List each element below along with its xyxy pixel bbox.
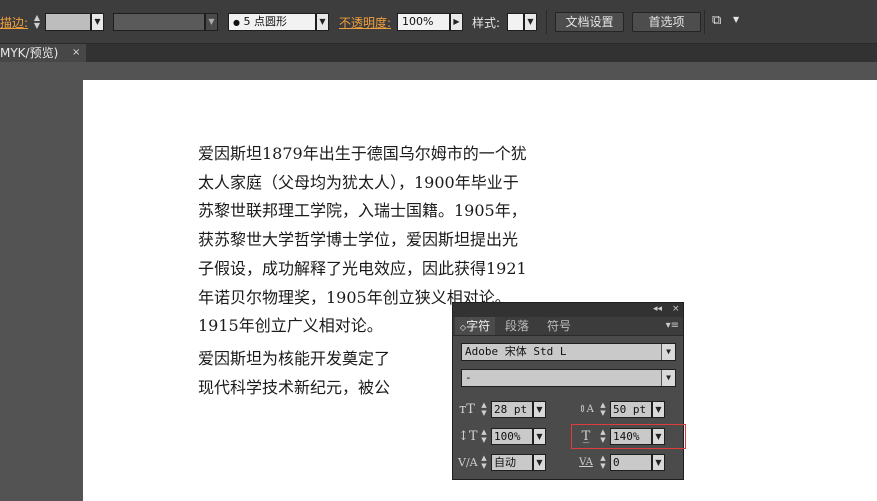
font-style-select[interactable]: - ▼ — [461, 369, 676, 387]
stroke-weight-field[interactable] — [45, 13, 91, 31]
kerning-stepper[interactable]: ▲ ▼ — [479, 454, 489, 471]
vertical-scale-stepper[interactable]: ▲ ▼ — [479, 428, 489, 445]
control-bar: 描边: ▲ ▼ ▼ ▼ ● 5 点圆形 ▼ 不透明度: 100% ▶ 样式: ▼ … — [0, 0, 877, 44]
graphic-style-swatch[interactable] — [507, 13, 524, 31]
style-dropdown[interactable]: ▼ — [524, 13, 537, 31]
text-line: 太人家庭（父母均为犹太人），1900年毕业于 — [198, 172, 519, 192]
vertical-scale-dropdown[interactable]: ▼ — [533, 428, 546, 445]
chevron-down-icon: ▼ — [661, 370, 675, 386]
stroke-label[interactable]: 描边: — [0, 14, 28, 31]
font-family-value: Adobe 宋体 Std L — [465, 345, 567, 358]
tracking-stepper[interactable]: ▲ ▼ — [598, 454, 608, 471]
leading-control: ⇕A ▲ ▼ 50 pt ▼ — [577, 401, 672, 418]
arrange-dropdown[interactable]: ▼ — [733, 15, 739, 24]
kerning-control: V/A ▲ ▼ 自动 ▼ — [458, 454, 553, 471]
font-size-dropdown[interactable]: ▼ — [533, 401, 546, 418]
opacity-label[interactable]: 不透明度: — [339, 14, 391, 31]
vertical-scale-icon: ↕T — [458, 429, 478, 444]
watermark-url: jingyan.baidu.com — [730, 456, 832, 469]
font-family-select[interactable]: Adobe 宋体 Std L ▼ — [461, 343, 676, 361]
tracking-control: VA ▲ ▼ 0 ▼ — [577, 454, 672, 471]
brush-value: 5 点圆形 — [243, 15, 287, 28]
kerning-input[interactable]: 自动 — [491, 454, 533, 471]
brush-dropdown[interactable]: ▼ — [316, 13, 329, 31]
style-label: 样式: — [472, 16, 501, 30]
panel-menu-icon[interactable]: ▾≡ — [666, 320, 679, 331]
watermark-logo: Bai du 经验 jingyan.baidu.com — [700, 418, 875, 469]
vertical-scale-control: ↕T ▲ ▼ 100% ▼ — [458, 428, 553, 445]
watermark-text: Bai du 经验 — [700, 423, 875, 456]
collapse-panel-icon[interactable]: ◂◂ — [653, 304, 662, 314]
stroke-weight-stepper[interactable]: ▲ ▼ — [32, 14, 42, 30]
leading-icon: ⇕A — [578, 404, 594, 415]
document-setup-button[interactable]: 文档设置 — [555, 12, 624, 32]
text-line: 获苏黎世大学哲学博士学位，爱因斯坦提出光 — [198, 230, 519, 250]
tracking-dropdown[interactable]: ▼ — [652, 454, 665, 471]
kerning-icon: V/A — [458, 456, 478, 469]
leading-dropdown[interactable]: ▼ — [652, 401, 665, 418]
opacity-dropdown[interactable]: ▶ — [450, 13, 463, 31]
preferences-button[interactable]: 首选项 — [632, 12, 701, 32]
character-panel: ◂◂ × ◇字符 段落 符号 ▾≡ Adobe 宋体 Std L ▼ - ▼ ᴛ… — [452, 302, 684, 480]
text-line: 爱因斯坦1879年出生于德国乌尔姆市的一个犹 — [198, 144, 527, 163]
document-tab-title: MYK/预览) — [0, 46, 59, 60]
font-size-control: ᴛT ▲ ▼ 28 pt ▼ — [458, 401, 553, 418]
tab-paragraph[interactable]: 段落 — [497, 317, 537, 335]
font-size-stepper[interactable]: ▲ ▼ — [479, 401, 489, 418]
chevron-down-icon: ▼ — [661, 344, 675, 360]
tracking-input[interactable]: 0 — [610, 454, 652, 471]
tab-character[interactable]: ◇字符 — [455, 317, 495, 335]
text-line: 苏黎世联邦理工学院，入瑞士国籍。1905年， — [198, 201, 527, 221]
font-size-input[interactable]: 28 pt — [491, 401, 533, 418]
vertical-scale-input[interactable]: 100% — [491, 428, 533, 445]
close-tab-icon[interactable]: × — [72, 44, 80, 62]
panel-tabs: ◇字符 段落 符号 ▾≡ — [453, 317, 683, 336]
arrange-documents-icon[interactable]: ⧉ — [712, 13, 721, 28]
tab-glyphs[interactable]: 符号 — [539, 317, 579, 335]
kerning-dropdown[interactable]: ▼ — [533, 454, 546, 471]
stroke-weight-dropdown[interactable]: ▼ — [91, 13, 104, 31]
brush-definition[interactable]: ● 5 点圆形 — [228, 13, 316, 31]
brush-dot-icon: ● — [233, 18, 240, 27]
font-style-value: - — [465, 371, 472, 384]
highlight-box — [571, 424, 686, 449]
variable-width-profile[interactable] — [113, 13, 205, 31]
leading-input[interactable]: 50 pt — [610, 401, 652, 418]
tracking-icon: VA — [579, 457, 593, 468]
document-tab[interactable]: MYK/预览) × — [0, 44, 86, 62]
panel-title-bar[interactable]: ◂◂ × — [453, 303, 683, 317]
text-line: 子假设，成功解释了光电效应，因此获得1921 — [198, 258, 527, 278]
font-size-icon: ᴛT — [459, 402, 475, 417]
close-panel-icon[interactable]: × — [672, 304, 680, 314]
profile-dropdown[interactable]: ▼ — [205, 13, 218, 31]
leading-stepper[interactable]: ▲ ▼ — [598, 401, 608, 418]
divider — [546, 10, 547, 34]
opacity-field[interactable]: 100% — [397, 13, 450, 31]
document-tab-bar: MYK/预览) × — [0, 44, 877, 62]
divider — [704, 10, 705, 34]
